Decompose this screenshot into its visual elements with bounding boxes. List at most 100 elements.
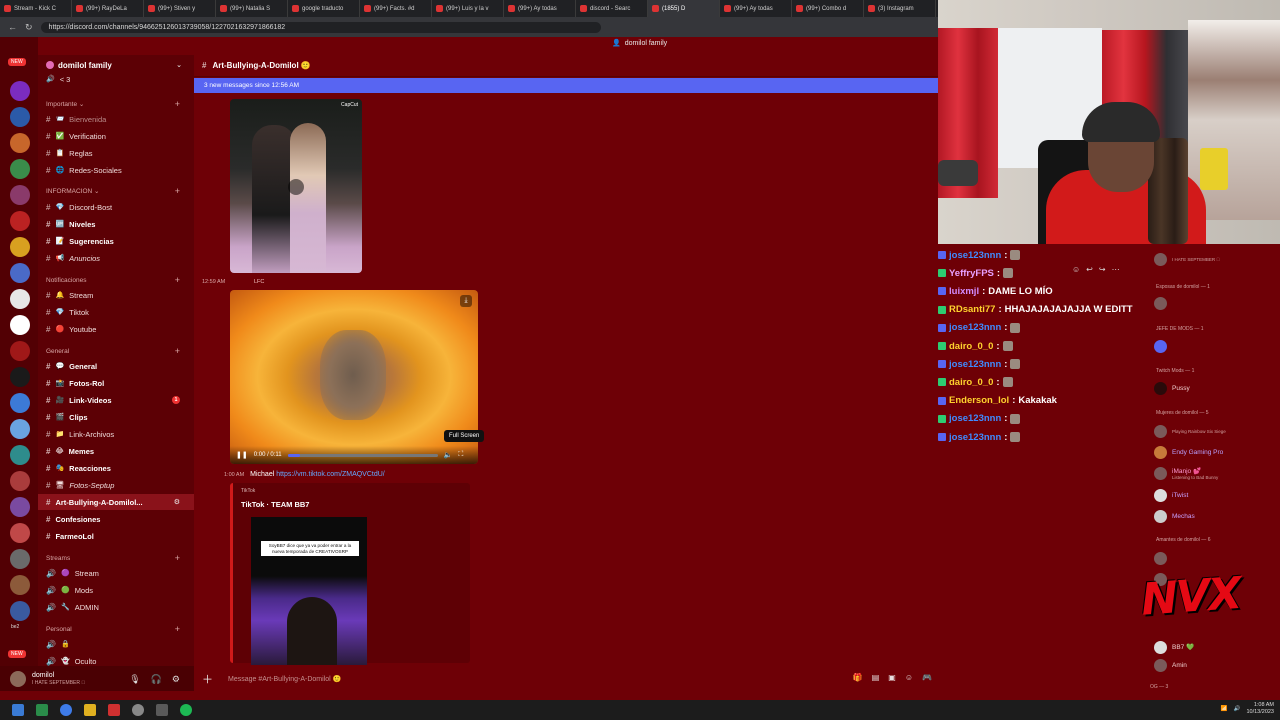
- voice-channel-admin[interactable]: 🔊 🔧 ADMIN: [38, 599, 194, 615]
- category-personal[interactable]: Personal +: [38, 623, 194, 635]
- app-icon[interactable]: [132, 704, 144, 716]
- voice-channel-lock[interactable]: 🔊 🔒: [38, 636, 194, 652]
- member-item[interactable]: I HATE SEPTEMBER 🏾: [1154, 252, 1220, 266]
- server-icon[interactable]: [10, 419, 30, 439]
- clock[interactable]: 1:08 AM 10/13/2023: [1246, 702, 1274, 716]
- member-item[interactable]: iManjo 💕 Listening to Bad Bunny: [1154, 466, 1218, 480]
- refresh-icon[interactable]: ↻: [25, 22, 33, 33]
- video-attachment[interactable]: CapCut: [230, 99, 362, 273]
- message-input[interactable]: Message #Art-Bullying-A-Domilol 🙂: [228, 675, 341, 683]
- channel-reacciones[interactable]: # 🎭 Reacciones: [38, 460, 194, 476]
- browser-tab[interactable]: google traducto: [288, 0, 360, 17]
- browser-tab[interactable]: (99+) Luis y la v: [432, 0, 504, 17]
- voice-channel-mods[interactable]: 🔊 🟢 Mods: [38, 582, 194, 598]
- server-icon[interactable]: [10, 549, 30, 569]
- browser-tab[interactable]: (99+) Ay todas: [720, 0, 792, 17]
- channel-confesiones[interactable]: # Confesiones: [38, 511, 194, 527]
- member-item[interactable]: iTwist: [1154, 488, 1188, 502]
- add-channel-icon[interactable]: +: [175, 553, 180, 563]
- member-item[interactable]: Amin: [1154, 658, 1187, 672]
- sticker-icon[interactable]: ▣: [888, 673, 896, 682]
- channel-anuncios[interactable]: # 📢 Anuncios: [38, 250, 194, 266]
- channel-stream[interactable]: # 🔔 Stream: [38, 287, 194, 303]
- avatar[interactable]: [10, 670, 26, 687]
- channel-link-videos[interactable]: # 🎥 Link-Videos 1: [38, 392, 194, 408]
- volume-icon[interactable]: 🔊: [1234, 706, 1241, 712]
- channel-art-bullying[interactable]: # Art-Bullying-A-Domilol... ⚙: [38, 494, 194, 510]
- add-channel-icon[interactable]: +: [175, 275, 180, 285]
- voice-channel-stream[interactable]: 🔊 🟣 Stream: [38, 565, 194, 581]
- settings-icon[interactable]: ⚙: [172, 674, 180, 685]
- channel-memes[interactable]: # 😂 Memes: [38, 443, 194, 459]
- server-icon[interactable]: [10, 445, 30, 465]
- category-streams[interactable]: Streams +: [38, 552, 194, 564]
- reply-icon[interactable]: ↩: [1086, 265, 1093, 274]
- add-attachment-icon[interactable]: ＋: [202, 671, 214, 687]
- back-icon[interactable]: ←: [8, 22, 17, 32]
- gear-icon[interactable]: ⚙: [174, 498, 180, 506]
- new-messages-bar[interactable]: 3 new messages since 12:56 AM: [194, 78, 938, 93]
- server-icon[interactable]: [10, 107, 30, 127]
- channel-redes-sociales[interactable]: # 🌐 Redes-Sociales: [38, 162, 194, 178]
- channel-general[interactable]: # 💬 General: [38, 358, 194, 374]
- browser-tab[interactable]: (99+) Facts. #d: [360, 0, 432, 17]
- gift-icon[interactable]: 🎁: [853, 673, 863, 682]
- spotify-icon[interactable]: [180, 704, 192, 716]
- browser-tab[interactable]: (99+) Stiven y: [144, 0, 216, 17]
- url-field[interactable]: https://discord.com/channels/94662512601…: [40, 21, 601, 33]
- server-icon[interactable]: [10, 133, 30, 153]
- browser-tab[interactable]: (99+) Natalia S: [216, 0, 288, 17]
- channel-sugerencias[interactable]: # 📝 Sugerencias: [38, 233, 194, 249]
- channel-verification[interactable]: # ✅ Verification: [38, 128, 194, 144]
- channel-discord-bost[interactable]: # 💎 Discord-Bost: [38, 199, 194, 215]
- server-icon[interactable]: [10, 471, 30, 491]
- member-item[interactable]: Playing Rainbow Six Siege: [1154, 424, 1226, 438]
- channel-fotos-rol[interactable]: # 📸 Fotos-Rol: [38, 375, 194, 391]
- embed-thumbnail[interactable]: SoyBB7 dice que ya va poder entrar a la …: [251, 517, 367, 665]
- app-icon[interactable]: [108, 704, 120, 716]
- category-importante[interactable]: Importante ⌄ +: [38, 98, 194, 110]
- category-informacion[interactable]: INFORMACION ⌄ +: [38, 185, 194, 197]
- category-notificaciones[interactable]: Notificaciones +: [38, 274, 194, 286]
- member-item[interactable]: [1154, 339, 1167, 353]
- channel-fotos-septup[interactable]: # 🖥 Fotos-Septup: [38, 477, 194, 493]
- server-icon[interactable]: [10, 211, 30, 231]
- server-icon[interactable]: [10, 601, 30, 621]
- channel-tiktok[interactable]: # 💎 Tiktok: [38, 304, 194, 320]
- fullscreen-icon[interactable]: ⛶: [458, 451, 463, 459]
- server-icon[interactable]: [10, 315, 30, 335]
- mute-icon[interactable]: 🎙: [129, 674, 140, 685]
- start-icon[interactable]: [12, 704, 24, 716]
- member-item[interactable]: Endy Gaming Pro: [1154, 445, 1223, 459]
- volume-icon[interactable]: 🔈: [444, 451, 453, 459]
- server-icon[interactable]: [10, 263, 30, 283]
- add-channel-icon[interactable]: +: [175, 186, 180, 196]
- folder-icon[interactable]: [84, 704, 96, 716]
- pause-icon[interactable]: ❚❚: [236, 451, 248, 459]
- chevron-down-icon[interactable]: ⌄: [176, 61, 182, 69]
- browser-tab[interactable]: (99+) Combo d: [792, 0, 864, 17]
- more-icon[interactable]: ⋯: [1112, 265, 1120, 274]
- server-icon[interactable]: [10, 289, 30, 309]
- message-author[interactable]: Michael: [250, 471, 274, 478]
- app-icon[interactable]: [156, 704, 168, 716]
- member-item[interactable]: [1154, 296, 1167, 310]
- forward-icon[interactable]: ↪: [1099, 265, 1106, 274]
- add-channel-icon[interactable]: +: [175, 624, 180, 634]
- channel-link-archivos[interactable]: # 📁 Link-Archivos: [38, 426, 194, 442]
- member-item[interactable]: Mechas: [1154, 509, 1195, 523]
- member-item[interactable]: [1154, 551, 1167, 565]
- download-icon[interactable]: ⤓: [460, 295, 472, 307]
- add-channel-icon[interactable]: +: [175, 346, 180, 356]
- server-icon[interactable]: [10, 393, 30, 413]
- browser-tab[interactable]: (99+) Ay todas: [504, 0, 576, 17]
- apps-icon[interactable]: 🎮: [922, 673, 932, 682]
- server-icon[interactable]: [10, 523, 30, 543]
- channel-youtube[interactable]: # 🔴 Youtube: [38, 321, 194, 337]
- play-icon[interactable]: [288, 179, 304, 195]
- gif-icon[interactable]: ▤: [872, 673, 880, 682]
- category-general[interactable]: General +: [38, 345, 194, 357]
- message-author[interactable]: LFC: [254, 279, 264, 285]
- server-header[interactable]: domilol family ⌄: [38, 55, 194, 75]
- server-icon[interactable]: [10, 497, 30, 517]
